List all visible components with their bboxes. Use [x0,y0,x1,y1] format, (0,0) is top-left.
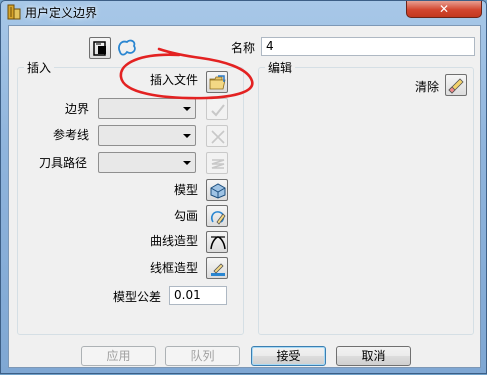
title-bar[interactable]: 用户定义边界 ✕ [1,1,486,23]
app-icon [7,4,21,20]
reference-line-label: 参考线 [53,128,90,142]
user-boundary-shape-icon[interactable] [116,37,138,59]
model-cube-icon [210,183,226,199]
clear-button[interactable] [445,74,467,96]
wireframe-label: 线框造型 [150,261,199,275]
insert-file-label: 插入文件 [150,73,199,87]
boundary-type-icon[interactable] [89,37,111,59]
window-title: 用户定义边界 [25,6,98,20]
tolerance-field[interactable]: 0.01 [169,286,227,305]
insert-wireframe-button[interactable] [206,257,228,279]
queue-button[interactable]: 队列 [165,346,240,366]
boundary-icon [93,41,106,56]
crossed-lines-icon [211,130,225,144]
insert-toolpath-button[interactable] [206,152,228,174]
tolerance-label: 模型公差 [113,290,162,304]
name-field[interactable]: 4 [261,37,475,56]
insert-sketch-button[interactable] [206,205,228,227]
wireframe-icon [211,263,225,276]
clear-label: 清除 [415,80,440,94]
apply-button[interactable]: 应用 [81,346,156,366]
insert-curve-button[interactable] [206,231,228,253]
curve-icon [210,236,226,250]
close-button[interactable]: ✕ [406,1,482,18]
checkmark-icon [211,104,225,117]
sketch-label: 勾画 [174,209,199,223]
curve-label: 曲线造型 [150,234,199,248]
insert-boundary-button[interactable] [206,98,228,120]
insert-reference-line-button[interactable] [206,125,228,147]
toolpath-icon [211,159,225,169]
edit-group-title: 编辑 [265,59,296,76]
model-label: 模型 [174,183,199,197]
open-folder-icon [209,75,226,90]
insert-model-button[interactable] [206,179,228,201]
toolpath-label: 刀具路径 [39,156,88,170]
insert-group-title: 插入 [24,59,55,76]
sketch-pencil-icon [211,211,226,225]
accept-button[interactable]: 接受 [251,346,326,366]
chevron-down-icon [183,134,191,138]
chevron-down-icon [183,107,191,111]
dialog-window: 用户定义边界 ✕ 名称 4 插入 插入文件 边界 参考线 刀具路径 模型 勾画 … [0,0,487,374]
name-label: 名称 [231,41,256,55]
chevron-down-icon [183,161,191,165]
cancel-button[interactable]: 取消 [336,346,411,366]
edit-group: 编辑 [258,59,474,335]
insert-file-button[interactable] [206,71,228,93]
reference-line-select[interactable] [98,125,196,146]
eraser-icon [448,78,464,94]
boundary-label: 边界 [65,102,90,116]
dialog-client-area: 名称 4 插入 插入文件 边界 参考线 刀具路径 模型 勾画 曲线造型 线框造型… [8,25,481,368]
boundary-select[interactable] [98,98,196,119]
toolpath-select[interactable] [98,152,196,173]
